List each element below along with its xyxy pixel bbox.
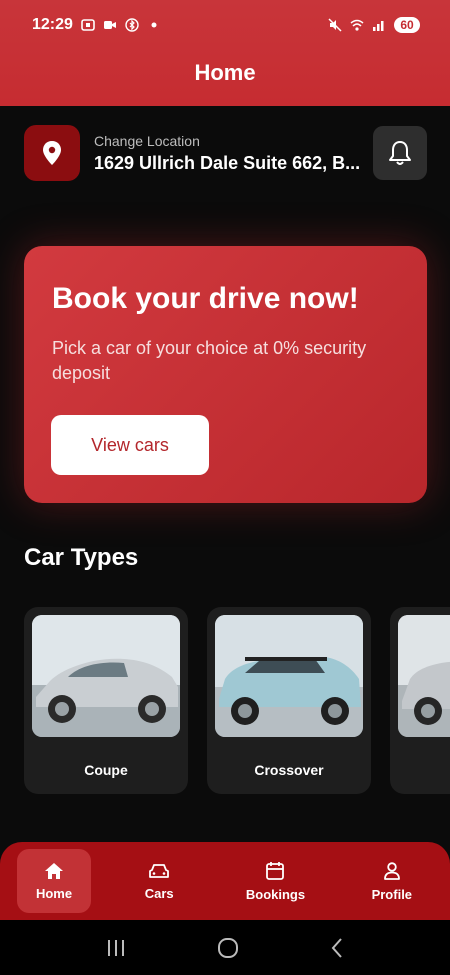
location-address: 1629 Ullrich Dale Suite 662, B...: [94, 152, 361, 173]
car-types-list[interactable]: Coupe Crossover Ha: [24, 607, 450, 797]
location-button[interactable]: [24, 125, 80, 181]
crossover-image: [215, 615, 363, 737]
car-type-label: Coupe: [84, 762, 128, 778]
nav-label-home: Home: [35, 885, 73, 901]
bluetooth-icon: [125, 18, 139, 32]
person-icon: [383, 861, 400, 880]
hatchback-car-illustration: [398, 615, 450, 737]
coupe-car-illustration: [32, 615, 180, 737]
nav-item-cars[interactable]: Cars: [101, 849, 217, 913]
video-icon: [103, 21, 116, 29]
nav-label-profile: Profile: [371, 886, 413, 902]
coupe-image: [32, 615, 180, 737]
status-right: 60: [328, 17, 420, 33]
mute-icon: [328, 18, 342, 32]
status-time: 12:29: [32, 16, 73, 33]
dot-icon: [151, 22, 157, 28]
home-circle-icon[interactable]: [217, 937, 239, 959]
change-location-label: Change Location: [94, 132, 200, 149]
nav-label-cars: Cars: [144, 885, 174, 901]
home-icon: [45, 862, 63, 879]
bell-icon: [389, 141, 411, 165]
nav-item-home[interactable]: Home: [17, 849, 91, 913]
car-type-card-crossover[interactable]: Crossover: [207, 607, 371, 794]
car-type-card-coupe[interactable]: Coupe: [24, 607, 188, 794]
car-type-card-hatchback[interactable]: Ha: [390, 607, 450, 794]
recent-apps-icon[interactable]: [105, 938, 127, 958]
app-header: 12:29 60 Home: [0, 0, 450, 106]
promo-title: Book your drive now!: [52, 282, 359, 315]
battery-indicator: 60: [394, 17, 420, 33]
car-type-label: Crossover: [254, 762, 324, 778]
location-pin-icon: [43, 141, 61, 165]
car-types-title: Car Types: [24, 544, 139, 571]
promo-subtitle: Pick a car of your choice at 0% security…: [52, 338, 367, 383]
notifications-button[interactable]: [373, 126, 427, 180]
view-cars-button[interactable]: View cars: [51, 415, 209, 475]
page-title: Home: [194, 60, 256, 85]
hatchback-image: [398, 615, 450, 737]
nav-item-profile[interactable]: Profile: [334, 849, 450, 913]
nav-label-bookings: Bookings: [245, 886, 306, 902]
location-text[interactable]: Change Location 1629 Ullrich Dale Suite …: [94, 133, 364, 174]
car-icon: [149, 863, 170, 878]
signal-icon: [373, 21, 384, 31]
nav-item-bookings[interactable]: Bookings: [217, 849, 333, 913]
calendar-icon: [266, 861, 285, 880]
status-bar: 12:29 60: [0, 0, 450, 50]
location-row[interactable]: Change Location 1629 Ullrich Dale Suite …: [24, 125, 427, 181]
wifi-icon: [350, 19, 364, 31]
back-icon[interactable]: [329, 937, 345, 959]
car-type-label: Ha: [390, 762, 450, 778]
system-navigation-bar: [0, 920, 450, 975]
status-left: 12:29: [32, 16, 161, 34]
promo-card: Book your drive now! Pick a car of your …: [24, 246, 427, 503]
crossover-car-illustration: [215, 615, 363, 737]
bottom-navigation: Home Cars Bookings Profile: [0, 842, 450, 920]
screenshot-icon: [81, 19, 95, 31]
